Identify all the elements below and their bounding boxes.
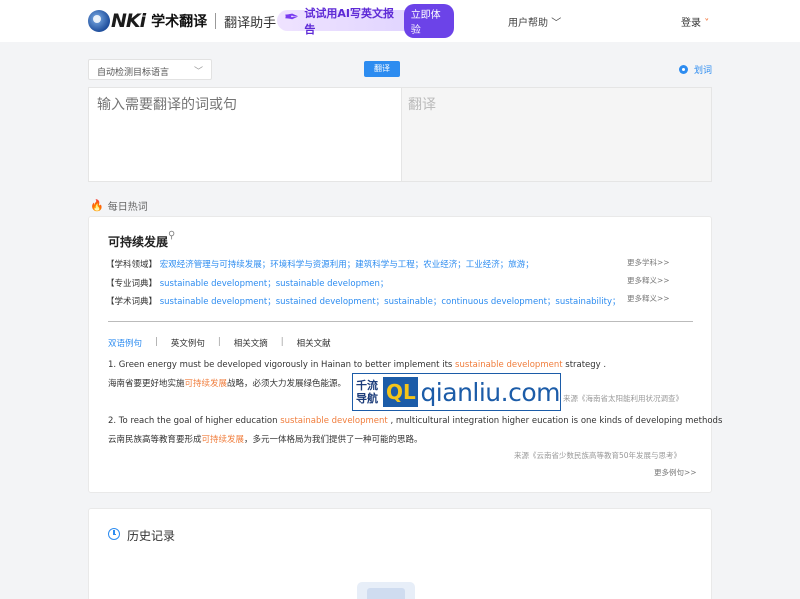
logo-title: 学术翻译	[151, 14, 208, 30]
history-card: 历史记录	[88, 508, 712, 599]
more-definitions-link[interactable]: 更多释义>>	[627, 293, 670, 304]
example-en-sentence: 2. To reach the goal of higher education…	[108, 416, 722, 426]
cnki-logo[interactable]: NKi 学术翻译 翻译助手	[88, 9, 276, 33]
sentence-text: 云南民族高等教育要形成	[108, 435, 202, 445]
logo-subtitle: 翻译助手	[224, 15, 277, 31]
tab-related-literature[interactable]: 相关文献	[297, 337, 331, 349]
translate-button[interactable]: 翻译	[364, 61, 400, 77]
tab-bilingual-examples[interactable]: 双语例句	[108, 337, 142, 349]
tab-separator: |	[155, 337, 158, 347]
flame-icon: 🔥	[90, 199, 104, 212]
empty-history-illustration	[357, 582, 415, 599]
row-label: 【专业词典】	[106, 279, 158, 289]
more-definitions-link[interactable]: 更多释义>>	[627, 275, 670, 286]
example-cn-sentence: 云南民族高等教育要形成可持续发展，多元一体格局为我们提供了一种可能的思路。	[108, 433, 423, 445]
sentence-text: 海南省要更好地实施	[108, 379, 185, 389]
highlighted-term: sustainable development	[455, 360, 563, 370]
history-title: 历史记录	[127, 529, 176, 543]
sentence-text: strategy .	[562, 360, 607, 370]
more-examples-link[interactable]: 更多例句>>	[654, 467, 697, 478]
highlighted-term: 可持续发展	[184, 379, 228, 389]
sentence-text: , multicultural integration higher eucat…	[387, 416, 723, 426]
login-menu[interactable]: 登录 ˅	[681, 14, 709, 29]
example-tabs: 双语例句 | 英文例句 | 相关文摘 | 相关文献	[108, 337, 344, 349]
subject-field-row: 【学科领域】 宏观经济管理与可持续发展；环境科学与资源利用；建筑科学与工程；农业…	[106, 258, 534, 270]
example-source[interactable]: 来源《云南省少数民族高等教育50年发展与思考》	[514, 450, 681, 461]
ai-banner-text: 试试用AI写英文报告	[304, 6, 394, 36]
user-help-menu[interactable]: 用户帮助 ﹀	[508, 14, 561, 29]
professional-dictionary-row: 【专业词典】 sustainable development；sustainab…	[106, 277, 388, 289]
daily-hot-words-heading: 🔥 每日热词	[90, 198, 148, 213]
clock-icon	[108, 528, 120, 540]
sentence-text: 1. Green energy must be developed vigoro…	[108, 360, 456, 370]
chevron-down-icon: ﹀	[551, 18, 562, 29]
section-divider	[108, 321, 693, 322]
chevron-down-icon: ﹀	[193, 67, 203, 77]
daily-hot-words-label: 每日热词	[107, 202, 148, 213]
translation-output-label: 翻译	[408, 97, 436, 113]
translation-output: 翻译	[401, 87, 712, 182]
row-values[interactable]: sustainable development；sustained develo…	[160, 297, 621, 307]
example-source[interactable]: 来源《海南省太阳能利用状况调查》	[563, 393, 683, 404]
example-cn-sentence: 海南省要更好地实施可持续发展战略，必须大力发展绿色能源。	[108, 377, 346, 389]
ai-report-banner[interactable]: ✒ 试试用AI写英文报告 立即体验	[277, 3, 454, 38]
tab-separator: |	[280, 337, 284, 347]
row-values[interactable]: sustainable development；sustainable deve…	[160, 279, 389, 289]
watermark-cn-line: 导航	[356, 392, 378, 405]
sentence-text: ，多元一体格局为我们提供了一种可能的思路。	[244, 435, 423, 445]
radio-icon	[679, 65, 688, 74]
caret-down-icon: ˅	[704, 18, 710, 29]
search-icon[interactable]: ⚲	[168, 230, 175, 241]
hot-term-title[interactable]: 可持续发展	[108, 233, 168, 250]
login-label: 登录	[681, 18, 701, 29]
target-language-value: 自动检测目标语言	[97, 68, 170, 78]
pen-icon: ✒	[284, 6, 300, 28]
highlighted-term: sustainable development	[280, 416, 388, 426]
example-en-sentence: 1. Green energy must be developed vigoro…	[108, 360, 606, 370]
watermark-ql-badge: QL	[383, 377, 419, 407]
user-help-label: 用户帮助	[508, 18, 548, 29]
logo-brand: NKi	[111, 10, 146, 32]
watermark-site: qianliu.com	[420, 377, 560, 407]
row-values[interactable]: 宏观经济管理与可持续发展；环境科学与资源利用；建筑科学与工程；农业经济；工业经济…	[160, 260, 534, 270]
tab-english-examples[interactable]: 英文例句	[171, 337, 205, 349]
hot-word-card: 可持续发展 ⚲ 【学科领域】 宏观经济管理与可持续发展；环境科学与资源利用；建筑…	[88, 216, 722, 493]
logo-divider	[215, 13, 217, 29]
watermark-cn-line: 千流	[356, 379, 378, 392]
tab-related-abstracts[interactable]: 相关文摘	[234, 337, 268, 349]
row-label: 【学科领域】	[106, 260, 158, 270]
try-now-button[interactable]: 立即体验	[403, 3, 454, 38]
sentence-text: 战略，必须大力发展绿色能源。	[227, 379, 347, 389]
watermark-cn: 千流 导航	[356, 379, 381, 405]
word-select-toggle[interactable]: 划词	[679, 63, 712, 76]
source-text-input[interactable]	[88, 87, 401, 182]
row-label: 【学术词典】	[106, 297, 158, 307]
top-header: NKi 学术翻译 翻译助手 ✒ 试试用AI写英文报告 立即体验 用户帮助 ﹀ 登…	[0, 0, 800, 42]
more-subjects-link[interactable]: 更多学科>>	[627, 257, 670, 268]
highlighted-term: 可持续发展	[201, 435, 245, 445]
word-select-label: 划词	[694, 66, 713, 76]
globe-logo-icon	[88, 10, 110, 32]
target-language-select[interactable]: 自动检测目标语言 ﹀	[88, 59, 212, 80]
qianliu-watermark: 千流 导航 QL qianliu.com	[352, 373, 561, 411]
sentence-text: 2. To reach the goal of higher education	[108, 416, 281, 426]
academic-dictionary-row: 【学术词典】 sustainable development；sustained…	[106, 295, 621, 307]
tab-separator: |	[217, 337, 221, 347]
